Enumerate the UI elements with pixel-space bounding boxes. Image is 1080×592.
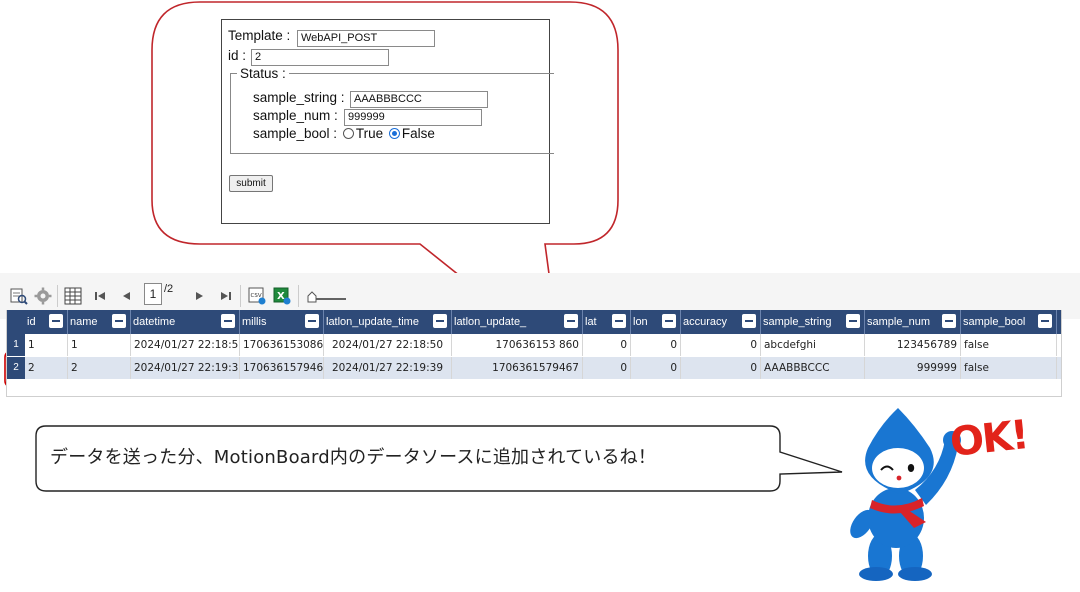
column-filter-icon[interactable] xyxy=(662,314,676,328)
column-filter-icon[interactable] xyxy=(742,314,756,328)
grid-icon[interactable] xyxy=(64,287,82,305)
column-header-label: millis xyxy=(242,316,267,328)
column-filter-icon[interactable] xyxy=(305,314,319,328)
column-header-label: sample_string xyxy=(763,316,832,328)
search-icon[interactable] xyxy=(10,287,28,305)
cell-accuracy[interactable]: 0 xyxy=(681,357,761,379)
id-input[interactable]: 2 xyxy=(251,49,389,66)
column-header-label: name xyxy=(70,316,98,328)
cell-name[interactable]: 1 xyxy=(68,334,131,356)
column-filter-icon[interactable] xyxy=(942,314,956,328)
column-header-label: sample_bool xyxy=(963,316,1026,328)
ok-exclamation: OK! xyxy=(947,412,1030,466)
column-header-datetime[interactable]: datetime xyxy=(131,310,240,334)
column-header-label: datetime xyxy=(133,316,176,328)
radio-false[interactable] xyxy=(388,128,400,139)
mascot-character xyxy=(850,408,961,581)
column-header-millis[interactable]: millis xyxy=(240,310,324,334)
row-header-corner xyxy=(7,310,25,334)
first-page-icon[interactable] xyxy=(92,287,110,305)
column-header-id[interactable]: id xyxy=(25,310,68,334)
column-header-label: lat xyxy=(585,316,597,328)
id-label: id : xyxy=(228,48,247,63)
sample-num-input[interactable]: 999999 xyxy=(344,109,482,126)
radio-true[interactable] xyxy=(342,128,354,139)
prev-page-icon[interactable] xyxy=(118,287,136,305)
radio-true-label: True xyxy=(355,126,384,141)
column-filter-icon[interactable] xyxy=(49,314,63,328)
column-filter-icon[interactable] xyxy=(846,314,860,328)
column-header-label: latlon_update_ xyxy=(454,316,527,328)
grid-header: id name datetime millis latlon_update_time la… xyxy=(7,310,1061,334)
column-header-lon[interactable]: lon xyxy=(631,310,681,334)
cell-id[interactable]: 1 xyxy=(25,334,68,356)
cell-latlon-update-[interactable]: 1706361579467 xyxy=(452,357,583,379)
sample-string-label: sample_string : xyxy=(253,90,345,105)
sample-bool-label: sample_bool : xyxy=(253,126,338,141)
column-header-latlon-update-[interactable]: latlon_update_ xyxy=(452,310,583,334)
column-header-sample-num[interactable]: sample_num xyxy=(865,310,961,334)
cell-sample-bool[interactable]: false xyxy=(961,357,1057,379)
column-header-label: sample_num xyxy=(867,316,930,328)
cell-sample-bool[interactable]: false xyxy=(961,334,1057,356)
next-page-icon[interactable] xyxy=(190,287,208,305)
cell-lat[interactable]: 0 xyxy=(583,357,631,379)
column-header-latlon-update-time[interactable]: latlon_update_time xyxy=(324,310,452,334)
csv-export-icon[interactable]: CSV xyxy=(248,287,266,305)
radio-false-label: False xyxy=(401,126,435,141)
row-number-2: 2 xyxy=(7,357,25,379)
cell-accuracy[interactable]: 0 xyxy=(681,334,761,356)
cell-latlon-update-[interactable]: 170636153 860 xyxy=(452,334,583,356)
cell-lon[interactable]: 0 xyxy=(631,357,681,379)
gear-icon[interactable] xyxy=(34,287,52,305)
cell-lat[interactable]: 0 xyxy=(583,334,631,356)
data-grid: id name datetime millis latlon_update_time la… xyxy=(6,310,1062,397)
cell-sample-string[interactable]: abcdefghi xyxy=(761,334,865,356)
column-header-sample-string[interactable]: sample_string xyxy=(761,310,865,334)
cell-sample-num[interactable]: 999999 xyxy=(865,357,961,379)
column-header-sample-bool[interactable]: sample_bool xyxy=(961,310,1057,334)
sample-num-label: sample_num : xyxy=(253,108,338,123)
excel-export-icon[interactable]: X xyxy=(273,287,291,305)
cell-datetime[interactable]: 2024/01/27 22:19:39 xyxy=(131,357,240,379)
webapi-form-panel: Template : WebAPI_POST id : 2 Status : s… xyxy=(221,19,554,224)
column-header-lat[interactable]: lat xyxy=(583,310,631,334)
column-filter-icon[interactable] xyxy=(112,314,126,328)
zoom-slider[interactable] xyxy=(306,290,348,304)
column-filter-icon[interactable] xyxy=(564,314,578,328)
cell-latlon-update-time[interactable]: 2024/01/27 22:18:50 xyxy=(324,334,452,356)
column-header-label: lon xyxy=(633,316,648,328)
column-filter-icon[interactable] xyxy=(612,314,626,328)
cell-latlon-update-time[interactable]: 2024/01/27 22:19:39 xyxy=(324,357,452,379)
template-input[interactable]: WebAPI_POST xyxy=(297,30,435,47)
column-filter-icon[interactable] xyxy=(1038,314,1052,328)
column-header-name[interactable]: name xyxy=(68,310,131,334)
cell-id[interactable]: 2 xyxy=(25,357,68,379)
page-number-input[interactable]: 1 xyxy=(144,283,162,305)
submit-button[interactable]: submit xyxy=(229,175,273,192)
cell-millis[interactable]: 1706361530860 xyxy=(240,334,324,356)
template-label: Template : xyxy=(228,28,291,43)
status-legend: Status : xyxy=(240,66,286,81)
row-number-1: 1 xyxy=(7,334,25,356)
column-header-label: latlon_update_time xyxy=(326,316,419,328)
column-header-accuracy[interactable]: accuracy xyxy=(681,310,761,334)
column-header-label: id xyxy=(27,316,36,328)
cell-sample-string[interactable]: AAABBBCCC xyxy=(761,357,865,379)
column-filter-icon[interactable] xyxy=(221,314,235,328)
last-page-icon[interactable] xyxy=(216,287,234,305)
column-header-label: accuracy xyxy=(683,316,728,328)
cell-millis[interactable]: 1706361579467 xyxy=(240,357,324,379)
sample-string-input[interactable]: AAABBBCCC xyxy=(350,91,488,108)
cell-name[interactable]: 2 xyxy=(68,357,131,379)
speech-text: データを送った分、MotionBoard内のデータソースに追加されているね！ xyxy=(50,447,657,468)
column-filter-icon[interactable] xyxy=(433,314,447,328)
cell-sample-num[interactable]: 123456789 xyxy=(865,334,961,356)
cell-lon[interactable]: 0 xyxy=(631,334,681,356)
page-total-label: /2 xyxy=(164,283,174,295)
cell-datetime[interactable]: 2024/01/27 22:18:50 xyxy=(131,334,240,356)
